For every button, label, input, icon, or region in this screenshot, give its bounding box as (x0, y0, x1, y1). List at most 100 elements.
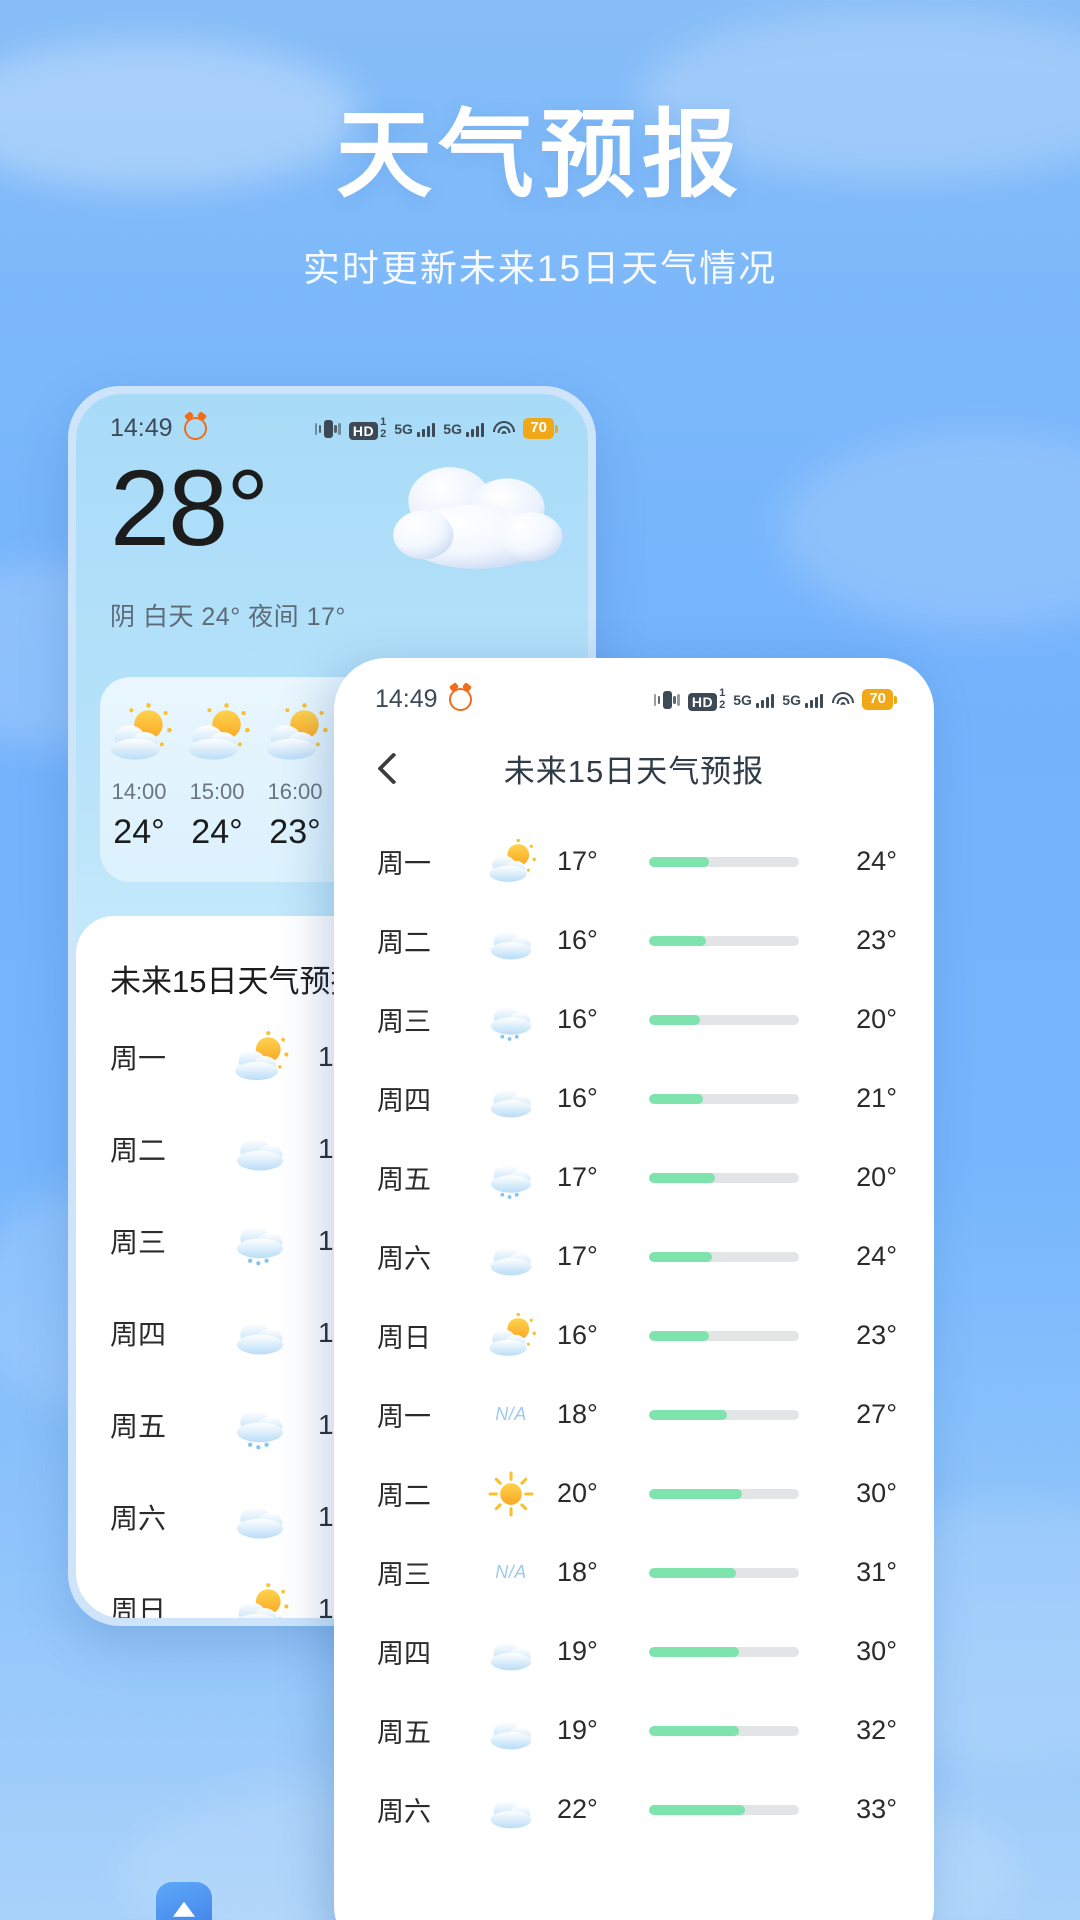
vibrate-icon (653, 689, 680, 711)
hourly-temp: 23° (269, 813, 321, 852)
row-day: 周四 (377, 1639, 431, 1669)
volte-hd-icon: HD 12 (687, 687, 725, 712)
row-day: 周五 (377, 1718, 431, 1748)
row-day: 周三 (377, 1560, 431, 1590)
status-bar-right: HD 12 5G 5G 70 (653, 687, 893, 712)
table-row[interactable]: 周五 19° 32° (341, 1691, 927, 1770)
status-bar: 14:49 HD 12 5G 5G 70 (341, 665, 927, 720)
row-low-temp: 22° (557, 1794, 598, 1824)
partly-cloudy-icon (178, 703, 256, 765)
table-row[interactable]: 周四 19° 30° (341, 1612, 927, 1691)
volte-hd-icon: HD 12 (348, 416, 386, 441)
cloudy-icon (212, 1307, 308, 1359)
temp-range-bar (649, 1804, 799, 1815)
nav-bar: 未来15日天气预报 (341, 720, 927, 812)
row-day: 周日 (377, 1323, 431, 1353)
table-row[interactable]: 周二 20° 30° (341, 1454, 927, 1533)
cloudy-icon (465, 1787, 557, 1832)
row-low-temp: 19° (557, 1636, 598, 1666)
row-low-temp: 16° (557, 1004, 598, 1034)
temp-range-bar (649, 856, 799, 867)
na-icon: N/A (465, 1404, 557, 1425)
row-day: 周六 (377, 1797, 431, 1827)
row-high-temp: 24° (856, 846, 897, 876)
row-high-temp: 32° (856, 1715, 897, 1745)
temp-range-bar (649, 1014, 799, 1025)
partly-cloudy-icon (212, 1031, 308, 1083)
forecast-list: 周一 17° 24° 周二 16° 23° 周三 16° 20° 周四 16° … (341, 812, 927, 1849)
table-row[interactable]: 周六 22° 33° (341, 1770, 927, 1849)
cloudy-icon (465, 1234, 557, 1279)
table-row[interactable]: 周日 16° 23° (341, 1296, 927, 1375)
signal-sim2-icon: 5G (782, 692, 824, 708)
table-row[interactable]: 周五 17° 20° (341, 1138, 927, 1217)
row-high-temp: 20° (856, 1162, 897, 1192)
rain-icon (212, 1397, 308, 1453)
forecast-day: 周一 (110, 1043, 167, 1075)
hourly-temp: 24° (191, 813, 243, 852)
row-low-temp: 16° (557, 1320, 598, 1350)
row-high-temp: 33° (856, 1794, 897, 1824)
row-high-temp: 21° (856, 1083, 897, 1113)
signal-sim1-icon: 5G (733, 692, 775, 708)
row-low-temp: 18° (557, 1399, 598, 1429)
signal-sim1-icon: 5G (394, 421, 436, 437)
hourly-temp: 24° (113, 813, 165, 852)
sky-cloud (780, 430, 1080, 630)
wifi-icon (831, 691, 854, 709)
row-day: 周六 (377, 1244, 431, 1274)
row-low-temp: 20° (557, 1478, 598, 1508)
table-row[interactable]: 周三 N/A 18° 31° (341, 1533, 927, 1612)
temp-range-bar (649, 1251, 799, 1262)
page-subtitle: 实时更新未来15日天气情况 (302, 247, 778, 289)
table-row[interactable]: 周一 17° 24° (341, 822, 927, 901)
battery-indicator: 70 (523, 418, 554, 439)
table-row[interactable]: 周四 16° 21° (341, 1059, 927, 1138)
hero-banner: 天气预报 实时更新未来15日天气情况 (0, 104, 1080, 292)
table-row[interactable]: 周三 16° 20° (341, 980, 927, 1059)
temp-range-bar (649, 935, 799, 946)
status-bar-left: 14:49 (110, 414, 207, 443)
phone-detail-screen-mockup: 14:49 HD 12 5G 5G 70 未来15日天气预报 周一 17° 24… (334, 658, 934, 1920)
alarm-icon (448, 688, 472, 711)
forecast-day: 周四 (110, 1319, 167, 1351)
row-day: 周一 (377, 849, 431, 879)
row-high-temp: 23° (856, 1320, 897, 1350)
row-low-temp: 19° (557, 1715, 598, 1745)
status-bar-clock: 14:49 (110, 414, 173, 442)
cloud-icon (382, 457, 570, 577)
partly-cloudy-icon (212, 1583, 308, 1618)
alarm-icon (183, 417, 207, 440)
current-weather: 28° 阴 白天 24° 夜间 17° (76, 450, 588, 633)
partly-cloudy-icon (465, 839, 557, 884)
temp-range-bar (649, 1725, 799, 1736)
signal-sim2-icon: 5G (443, 421, 485, 437)
table-row[interactable]: 周二 16° 23° (341, 901, 927, 980)
row-day: 周二 (377, 1481, 431, 1511)
partly-cloudy-icon (100, 703, 178, 765)
row-high-temp: 20° (856, 1004, 897, 1034)
row-day: 周二 (377, 928, 431, 958)
rain-icon (212, 1213, 308, 1269)
rain-icon (465, 995, 557, 1044)
row-low-temp: 17° (557, 1241, 598, 1271)
forecast-day: 周二 (110, 1135, 167, 1167)
battery-indicator: 70 (862, 689, 893, 710)
current-condition: 阴 白天 24° 夜间 17° (110, 603, 346, 632)
na-label: N/A (495, 1404, 527, 1424)
row-low-temp: 17° (557, 846, 598, 876)
status-bar-left: 14:49 (375, 685, 472, 714)
cloudy-icon (212, 1123, 308, 1175)
cloudy-icon (212, 1491, 308, 1543)
row-low-temp: 16° (557, 925, 598, 955)
hourly-time: 15:00 (189, 779, 245, 805)
cloudy-icon (465, 1076, 557, 1121)
temp-range-bar (649, 1093, 799, 1104)
home-indicator[interactable] (614, 1913, 654, 1920)
hourly-time: 14:00 (111, 779, 167, 805)
temp-range-bar (649, 1646, 799, 1657)
table-row[interactable]: 周六 17° 24° (341, 1217, 927, 1296)
table-row[interactable]: 周一 N/A 18° 27° (341, 1375, 927, 1454)
forecast-day: 周五 (110, 1411, 167, 1443)
hourly-item: 16:00 23° (256, 703, 334, 852)
